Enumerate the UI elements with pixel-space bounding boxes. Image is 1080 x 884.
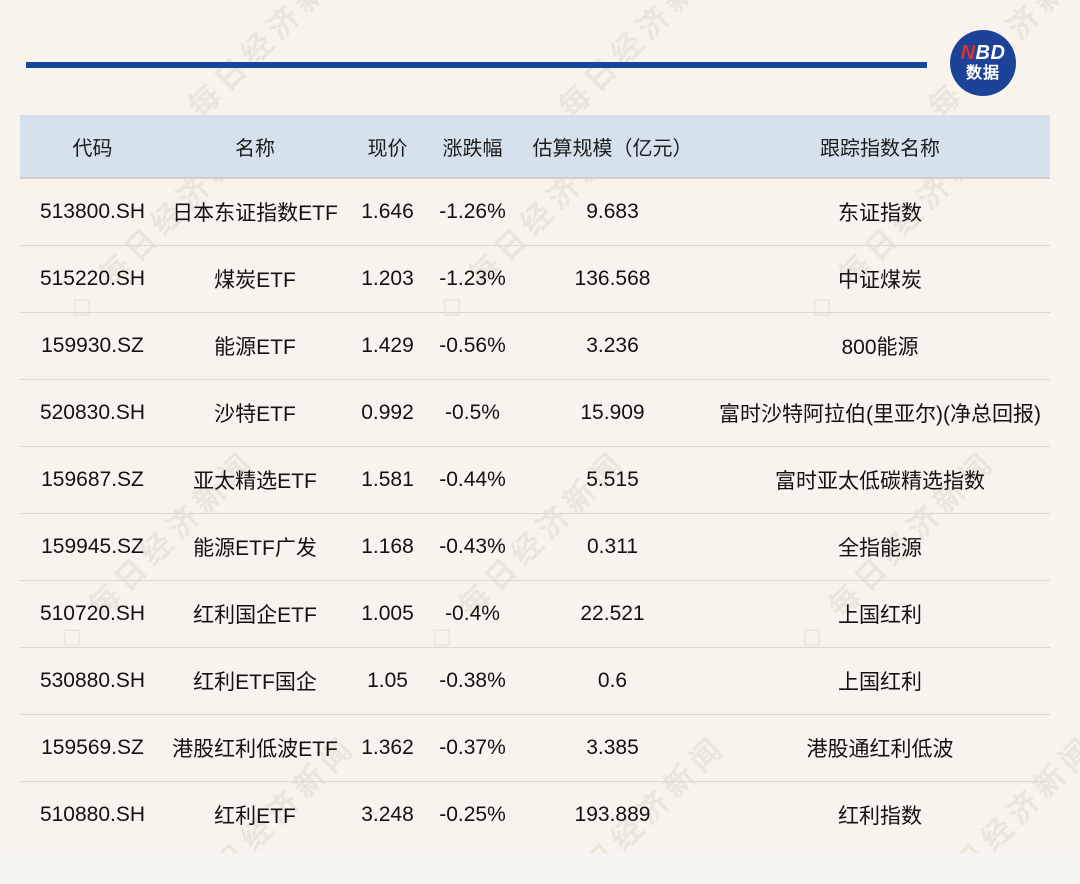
cell-price: 0.992 [345, 380, 430, 447]
table-row: 510880.SH红利ETF3.248-0.25%193.889红利指数 [20, 782, 1050, 849]
cell-index: 800能源 [710, 313, 1050, 380]
cell-price: 1.05 [345, 648, 430, 715]
cell-change: -0.43% [430, 514, 515, 581]
table-row: 159569.SZ港股红利低波ETF1.362-0.37%3.385港股通红利低… [20, 715, 1050, 782]
table-row: 510720.SH红利国企ETF1.005-0.4%22.521上国红利 [20, 581, 1050, 648]
column-header-scale: 估算规模（亿元） [515, 115, 710, 178]
cell-change: -0.25% [430, 782, 515, 849]
cell-scale: 9.683 [515, 178, 710, 246]
cell-change: -0.5% [430, 380, 515, 447]
table-header-row: 代码名称现价涨跌幅估算规模（亿元）跟踪指数名称 [20, 115, 1050, 178]
header-divider-line [26, 62, 927, 68]
table-row: 159945.SZ能源ETF广发1.168-0.43%0.311全指能源 [20, 514, 1050, 581]
cell-index: 全指能源 [710, 514, 1050, 581]
footer-strip [0, 853, 1080, 884]
cell-price: 1.581 [345, 447, 430, 514]
cell-name: 红利ETF [165, 782, 345, 849]
cell-code: 159569.SZ [20, 715, 165, 782]
table-row: 515220.SH煤炭ETF1.203-1.23%136.568中证煤炭 [20, 246, 1050, 313]
cell-change: -0.44% [430, 447, 515, 514]
column-header-name: 名称 [165, 115, 345, 178]
cell-code: 159687.SZ [20, 447, 165, 514]
cell-index: 中证煤炭 [710, 246, 1050, 313]
column-header-code: 代码 [20, 115, 165, 178]
cell-scale: 5.515 [515, 447, 710, 514]
cell-change: -1.26% [430, 178, 515, 246]
table-body: 513800.SH日本东证指数ETF1.646-1.26%9.683东证指数51… [20, 178, 1050, 848]
cell-scale: 22.521 [515, 581, 710, 648]
cell-change: -0.4% [430, 581, 515, 648]
cell-scale: 0.6 [515, 648, 710, 715]
table-row: 513800.SH日本东证指数ETF1.646-1.26%9.683东证指数 [20, 178, 1050, 246]
cell-change: -1.23% [430, 246, 515, 313]
cell-index: 富时沙特阿拉伯(里亚尔)(净总回报) [710, 380, 1050, 447]
cell-code: 510880.SH [20, 782, 165, 849]
cell-change: -0.56% [430, 313, 515, 380]
cell-change: -0.37% [430, 715, 515, 782]
cell-name: 红利ETF国企 [165, 648, 345, 715]
cell-price: 1.646 [345, 178, 430, 246]
cell-index: 上国红利 [710, 648, 1050, 715]
page: ◇ 每日经济新闻◇ 每日经济新闻◇ 每日经济新闻◇ 每日经济新闻◇ 每日经济新闻… [0, 0, 1080, 884]
table-row: 159687.SZ亚太精选ETF1.581-0.44%5.515富时亚太低碳精选… [20, 447, 1050, 514]
etf-table: 代码名称现价涨跌幅估算规模（亿元）跟踪指数名称 513800.SH日本东证指数E… [20, 115, 1050, 848]
cell-scale: 193.889 [515, 782, 710, 849]
nbd-logo-letter-n: N [961, 42, 976, 64]
cell-index: 富时亚太低碳精选指数 [710, 447, 1050, 514]
table-row: 520830.SH沙特ETF0.992-0.5%15.909富时沙特阿拉伯(里亚… [20, 380, 1050, 447]
column-header-change: 涨跌幅 [430, 115, 515, 178]
column-header-index: 跟踪指数名称 [710, 115, 1050, 178]
column-header-price: 现价 [345, 115, 430, 178]
cell-code: 159945.SZ [20, 514, 165, 581]
nbd-logo-icon: NBD 数据 [950, 30, 1016, 96]
table-row: 159930.SZ能源ETF1.429-0.56%3.236800能源 [20, 313, 1050, 380]
table-header: 代码名称现价涨跌幅估算规模（亿元）跟踪指数名称 [20, 115, 1050, 178]
cell-price: 1.429 [345, 313, 430, 380]
cell-index: 东证指数 [710, 178, 1050, 246]
cell-price: 1.362 [345, 715, 430, 782]
cell-name: 红利国企ETF [165, 581, 345, 648]
cell-scale: 15.909 [515, 380, 710, 447]
cell-code: 159930.SZ [20, 313, 165, 380]
cell-code: 513800.SH [20, 178, 165, 246]
cell-name: 能源ETF [165, 313, 345, 380]
cell-price: 1.203 [345, 246, 430, 313]
table-row: 530880.SH红利ETF国企1.05-0.38%0.6上国红利 [20, 648, 1050, 715]
cell-name: 日本东证指数ETF [165, 178, 345, 246]
cell-code: 515220.SH [20, 246, 165, 313]
cell-change: -0.38% [430, 648, 515, 715]
cell-code: 520830.SH [20, 380, 165, 447]
cell-index: 上国红利 [710, 581, 1050, 648]
cell-name: 亚太精选ETF [165, 447, 345, 514]
nbd-logo-letters-bd: BD [976, 42, 1006, 64]
cell-name: 沙特ETF [165, 380, 345, 447]
nbd-logo-subtext: 数据 [966, 64, 1000, 83]
cell-code: 530880.SH [20, 648, 165, 715]
cell-name: 港股红利低波ETF [165, 715, 345, 782]
cell-index: 港股通红利低波 [710, 715, 1050, 782]
cell-name: 煤炭ETF [165, 246, 345, 313]
cell-price: 1.005 [345, 581, 430, 648]
cell-code: 510720.SH [20, 581, 165, 648]
cell-scale: 3.236 [515, 313, 710, 380]
cell-scale: 3.385 [515, 715, 710, 782]
cell-scale: 136.568 [515, 246, 710, 313]
cell-price: 3.248 [345, 782, 430, 849]
cell-price: 1.168 [345, 514, 430, 581]
cell-index: 红利指数 [710, 782, 1050, 849]
cell-name: 能源ETF广发 [165, 514, 345, 581]
nbd-logo-text: NBD [961, 43, 1006, 64]
cell-scale: 0.311 [515, 514, 710, 581]
